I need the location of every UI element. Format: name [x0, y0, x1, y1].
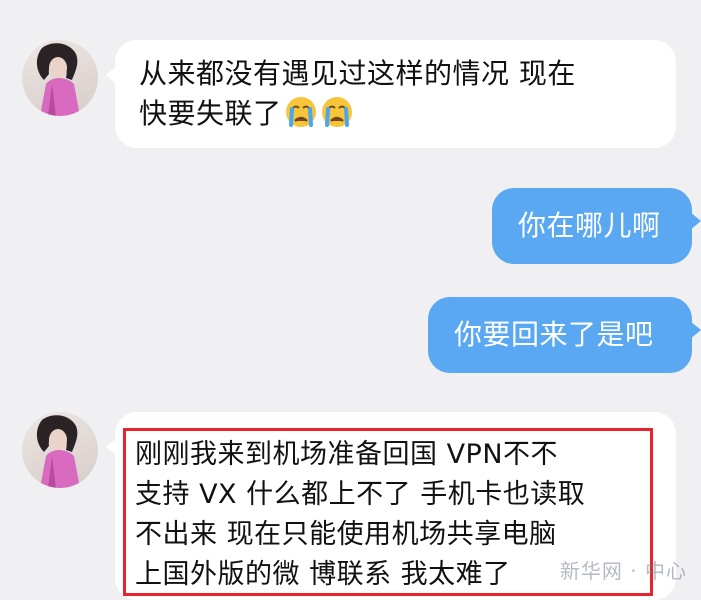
message-text: 你在哪儿啊 [518, 209, 661, 242]
message-text-line: 快要失联了 [139, 94, 652, 134]
chat-conversation: 从来都没有遇见过这样的情况 现在 快要失联了 你在哪儿啊 你要回来了是吧 刚刚我… [0, 0, 701, 600]
message-text: 你要回来了是吧 [454, 318, 654, 351]
avatar-photo-icon [36, 43, 80, 116]
message-text-line: 从来都没有遇见过这样的情况 现在 [139, 57, 576, 90]
message-text-line: 刚刚我来到机场准备回国 VPN不不 [135, 439, 559, 470]
avatar-photo-icon [36, 415, 80, 488]
outgoing-message-bubble[interactable]: 你要回来了是吧 [428, 297, 701, 373]
watermark: 新华网 · 中心 [559, 559, 687, 583]
message-text-line: 支持 VX 什么都上不了 手机卡也读取 [135, 479, 586, 510]
message-text-line: 不出来 现在只能使用机场共享电脑 [135, 519, 557, 550]
outgoing-message-bubble[interactable]: 你在哪儿啊 [492, 188, 701, 264]
contact-avatar[interactable] [22, 412, 98, 488]
incoming-message-bubble[interactable]: 从来都没有遇见过这样的情况 现在 快要失联了 [106, 40, 676, 148]
crying-face-icon [321, 97, 352, 127]
contact-avatar[interactable] [22, 40, 98, 116]
crying-face-icon [285, 97, 316, 127]
